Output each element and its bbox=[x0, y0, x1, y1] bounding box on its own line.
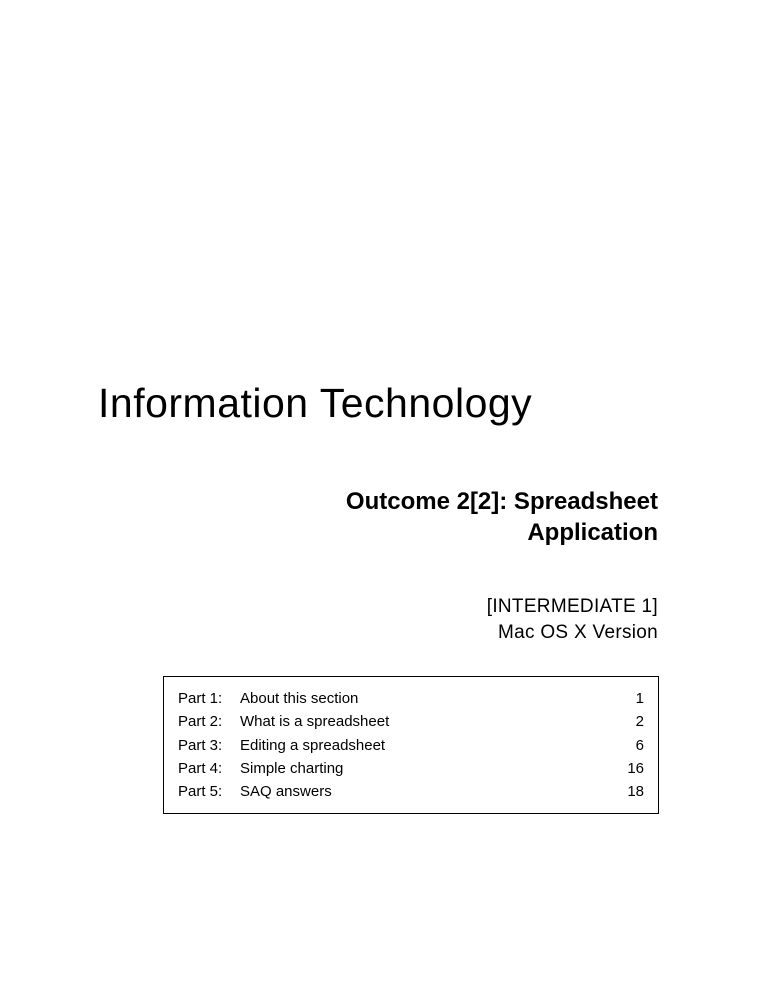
toc-part-label: Part 1: bbox=[178, 687, 240, 710]
toc-row-title: About this section bbox=[240, 687, 614, 710]
toc-part-label: Part 3: bbox=[178, 734, 240, 757]
toc-row-title: What is a spreadsheet bbox=[240, 710, 614, 733]
toc-row: Part 4: Simple charting 16 bbox=[178, 757, 644, 780]
toc-row-page: 6 bbox=[614, 734, 644, 757]
toc-row: Part 3: Editing a spreadsheet 6 bbox=[178, 734, 644, 757]
toc-row-title: Editing a spreadsheet bbox=[240, 734, 614, 757]
subtitle-line-2: Application bbox=[346, 517, 658, 548]
toc-row-page: 2 bbox=[614, 710, 644, 733]
toc-row-title: Simple charting bbox=[240, 757, 614, 780]
toc-row: Part 5: SAQ answers 18 bbox=[178, 780, 644, 803]
toc-part-label: Part 5: bbox=[178, 780, 240, 803]
subtitle-line-1: Outcome 2[2]: Spreadsheet bbox=[346, 486, 658, 517]
info-line-1: [INTERMEDIATE 1] bbox=[487, 594, 658, 620]
page-title: Information Technology bbox=[98, 380, 532, 427]
toc-row-page: 1 bbox=[614, 687, 644, 710]
info-block: [INTERMEDIATE 1] Mac OS X Version bbox=[487, 594, 658, 645]
toc-part-label: Part 4: bbox=[178, 757, 240, 780]
toc-row: Part 1: About this section 1 bbox=[178, 687, 644, 710]
toc-row: Part 2: What is a spreadsheet 2 bbox=[178, 710, 644, 733]
toc-row-page: 16 bbox=[614, 757, 644, 780]
toc-row-page: 18 bbox=[614, 780, 644, 803]
subtitle-block: Outcome 2[2]: Spreadsheet Application bbox=[346, 486, 658, 548]
info-line-2: Mac OS X Version bbox=[487, 620, 658, 646]
toc-row-title: SAQ answers bbox=[240, 780, 614, 803]
table-of-contents: Part 1: About this section 1 Part 2: Wha… bbox=[163, 676, 659, 814]
toc-part-label: Part 2: bbox=[178, 710, 240, 733]
